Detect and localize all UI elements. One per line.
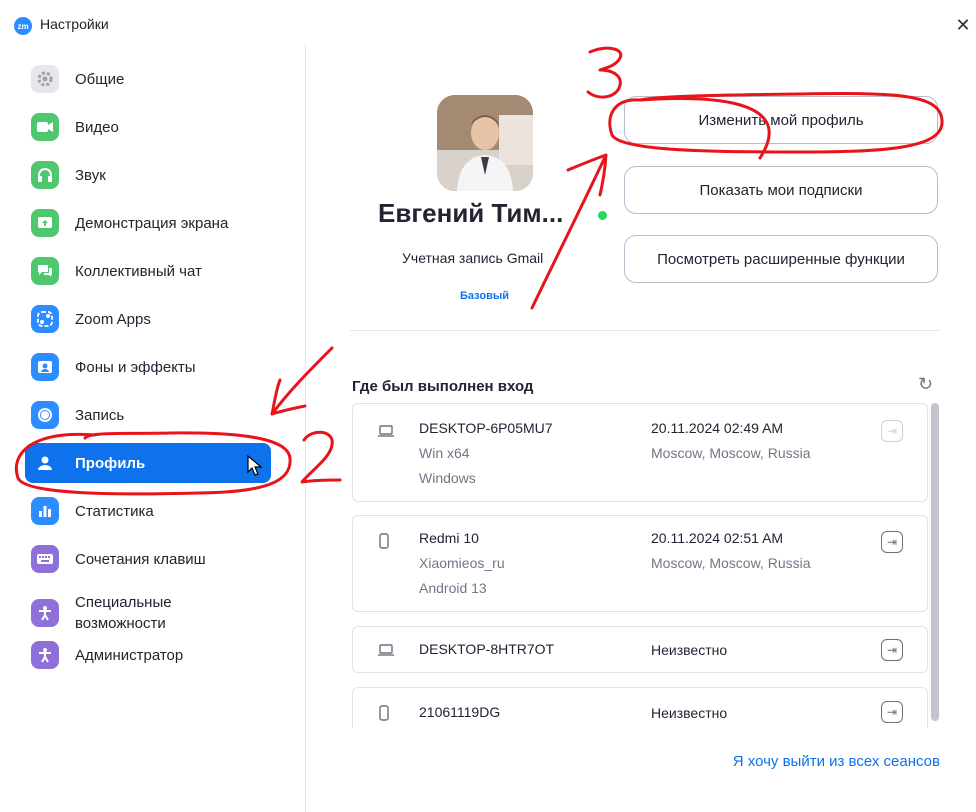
session-logout-icon[interactable]: ⇥ — [881, 531, 903, 553]
sidebar-item-label: Звук — [75, 166, 106, 184]
sidebar-item-label: Коллективный чат — [75, 262, 202, 280]
avatar — [437, 95, 533, 191]
account-type: Учетная запись Gmail — [402, 250, 544, 266]
background-icon — [31, 353, 59, 381]
sidebar-item-chat[interactable]: Коллективный чат — [25, 251, 271, 291]
sidebar-item-label: Запись — [75, 406, 125, 424]
session-platform: Windows — [419, 470, 476, 486]
gear-icon — [31, 65, 59, 93]
session-time: 20.11.2024 02:51 AM — [651, 530, 784, 546]
session-logout-icon[interactable]: ⇥ — [881, 701, 903, 723]
sidebar-item-label: Общие — [75, 70, 125, 88]
sessions-scrollbar[interactable] — [931, 403, 939, 721]
annotation-digit-3 — [586, 46, 623, 99]
zoom-logo-icon: zm — [14, 17, 32, 35]
session-time: Неизвестно — [651, 705, 728, 721]
session-logout-icon: ⇥ — [881, 420, 903, 442]
phone-icon — [377, 705, 391, 726]
session-device-name: DESKTOP-6P05MU7 — [419, 420, 553, 436]
session-device-name: Redmi 10 — [419, 530, 479, 546]
chat-icon — [31, 257, 59, 285]
laptop-icon — [377, 424, 395, 443]
edit-profile-button[interactable]: Изменить мой профиль — [624, 96, 938, 144]
session-row: Redmi 10 Xiaomieos_ru Android 13 20.11.2… — [352, 515, 928, 612]
record-icon — [31, 401, 59, 429]
sidebar-item-label: Сочетания клавиш — [75, 550, 206, 568]
sidebar-item-label: Статистика — [75, 502, 154, 520]
section-divider — [350, 330, 940, 331]
session-device-name: DESKTOP-8HTR7OT — [419, 641, 555, 657]
annotation-arrow-3 — [530, 153, 608, 310]
sidebar-item-audio[interactable]: Звук — [25, 155, 271, 195]
phone-icon — [377, 533, 391, 554]
sidebar-item-shortcuts[interactable]: Сочетания клавиш — [25, 539, 271, 579]
sidebar-item-label: Фоны и эффекты — [75, 358, 196, 376]
session-os: Win x64 — [419, 445, 470, 461]
session-location: Moscow, Moscow, Russia — [651, 445, 811, 461]
session-row: DESKTOP-6P05MU7 Win x64 Windows 20.11.20… — [352, 403, 928, 502]
mouse-cursor-icon — [247, 454, 263, 482]
sidebar-item-admin[interactable]: Администратор — [25, 635, 271, 675]
session-platform: Android 13 — [419, 580, 487, 596]
sidebar-item-general[interactable]: Общие — [25, 59, 271, 99]
advanced-features-button[interactable]: Посмотреть расширенные функции — [624, 235, 938, 283]
plan-badge[interactable]: Базовый — [460, 290, 509, 302]
session-device-name: 21061119DG — [419, 704, 501, 720]
close-button[interactable]: ✕ — [950, 12, 976, 38]
session-logout-icon[interactable]: ⇥ — [881, 639, 903, 661]
session-row: DESKTOP-8HTR7OT Неизвестно ⇥ — [352, 626, 928, 673]
share-screen-icon — [31, 209, 59, 237]
sidebar-item-label: Видео — [75, 118, 119, 136]
online-status-indicator — [598, 211, 607, 220]
sidebar-item-statistics[interactable]: Статистика — [25, 491, 271, 531]
user-icon — [31, 449, 59, 477]
logout-all-sessions-link[interactable]: Я хочу выйти из всех сеансов — [733, 753, 940, 770]
session-time: Неизвестно — [651, 642, 728, 658]
accessibility-icon — [31, 599, 59, 627]
window-title: Настройки — [40, 16, 109, 32]
sidebar-item-label: Администратор — [75, 646, 184, 664]
refresh-icon[interactable]: ↻ — [918, 374, 933, 395]
sidebar-item-accessibility[interactable]: Специальные возможности — [25, 587, 271, 639]
annotation-digit-2 — [300, 430, 342, 484]
sessions-list: DESKTOP-6P05MU7 Win x64 Windows 20.11.20… — [350, 403, 930, 728]
sidebar-item-share-screen[interactable]: Демонстрация экрана — [25, 203, 271, 243]
profile-name: Евгений Тим... — [378, 198, 564, 228]
apps-icon — [31, 305, 59, 333]
sessions-title: Где был выполнен вход — [352, 378, 534, 395]
admin-icon — [31, 641, 59, 669]
session-os: Xiaomieos_ru — [419, 555, 505, 571]
sidebar-item-video[interactable]: Видео — [25, 107, 271, 147]
keyboard-icon — [31, 545, 59, 573]
sidebar-item-zoom-apps[interactable]: Zoom Apps — [25, 299, 271, 339]
sidebar-item-label: Zoom Apps — [75, 310, 151, 328]
settings-window: zm Настройки ✕ Общие Видео Звук Демонстр… — [0, 0, 976, 812]
video-camera-icon — [31, 113, 59, 141]
sidebar-item-profile[interactable]: Профиль — [25, 443, 271, 483]
session-location: Moscow, Moscow, Russia — [651, 555, 811, 571]
sidebar-divider — [305, 44, 306, 812]
show-subscriptions-button[interactable]: Показать мои подписки — [624, 166, 938, 214]
session-time: 20.11.2024 02:49 AM — [651, 420, 784, 436]
sidebar-item-backgrounds[interactable]: Фоны и эффекты — [25, 347, 271, 387]
sidebar: Общие Видео Звук Демонстрация экрана Кол… — [0, 44, 305, 812]
title-bar: zm Настройки ✕ — [0, 8, 976, 42]
statistics-icon — [31, 497, 59, 525]
laptop-icon — [377, 643, 395, 662]
sidebar-item-recording[interactable]: Запись — [25, 395, 271, 435]
session-row: 21061119DG Неизвестно ⇥ — [352, 687, 928, 728]
sidebar-item-label: Специальные возможности — [75, 594, 172, 632]
headphones-icon — [31, 161, 59, 189]
sidebar-item-label: Профиль — [75, 454, 146, 472]
sidebar-item-label: Демонстрация экрана — [75, 214, 229, 232]
